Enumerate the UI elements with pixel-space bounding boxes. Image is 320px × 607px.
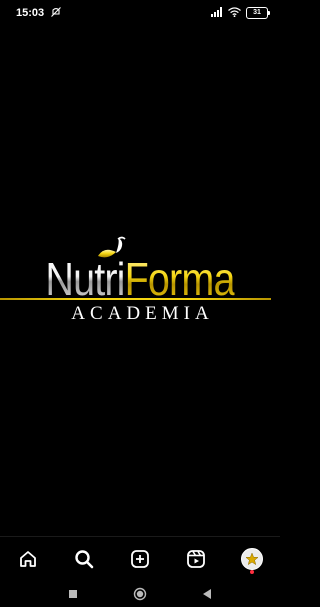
system-nav [0,580,280,607]
reels-icon [187,550,205,568]
clock: 15:03 [16,7,45,19]
bottom-nav [0,536,280,581]
home-icon [20,551,36,567]
notification-dot [250,570,254,574]
nav-create[interactable] [120,539,160,579]
back-triangle-icon [202,588,211,599]
screen: 15:03 31 NutriForma ACADEMIA [0,0,280,607]
recents-button[interactable] [61,582,85,606]
star-icon [245,552,259,566]
signal-icon [211,6,223,20]
nav-profile[interactable] [232,539,272,579]
nav-home[interactable] [8,539,48,579]
logo-underline [0,298,271,300]
logo-wordmark: NutriForma [20,254,261,304]
status-bar: 15:03 31 [0,0,280,26]
battery-level: 31 [253,9,261,16]
mute-icon [50,6,62,21]
nutriforma-logo: NutriForma ACADEMIA [0,232,280,332]
nav-reels[interactable] [176,539,216,579]
recents-icon [69,589,78,598]
nav-search[interactable] [64,539,104,579]
create-post-icon [131,550,149,568]
wifi-icon [228,6,241,20]
home-circle-icon [133,587,147,600]
home-button[interactable] [128,582,152,606]
battery-icon: 31 [246,7,270,19]
search-icon [75,550,94,569]
profile-avatar [241,548,263,570]
logo-subtitle: ACADEMIA [71,303,214,324]
back-button[interactable] [195,582,219,606]
